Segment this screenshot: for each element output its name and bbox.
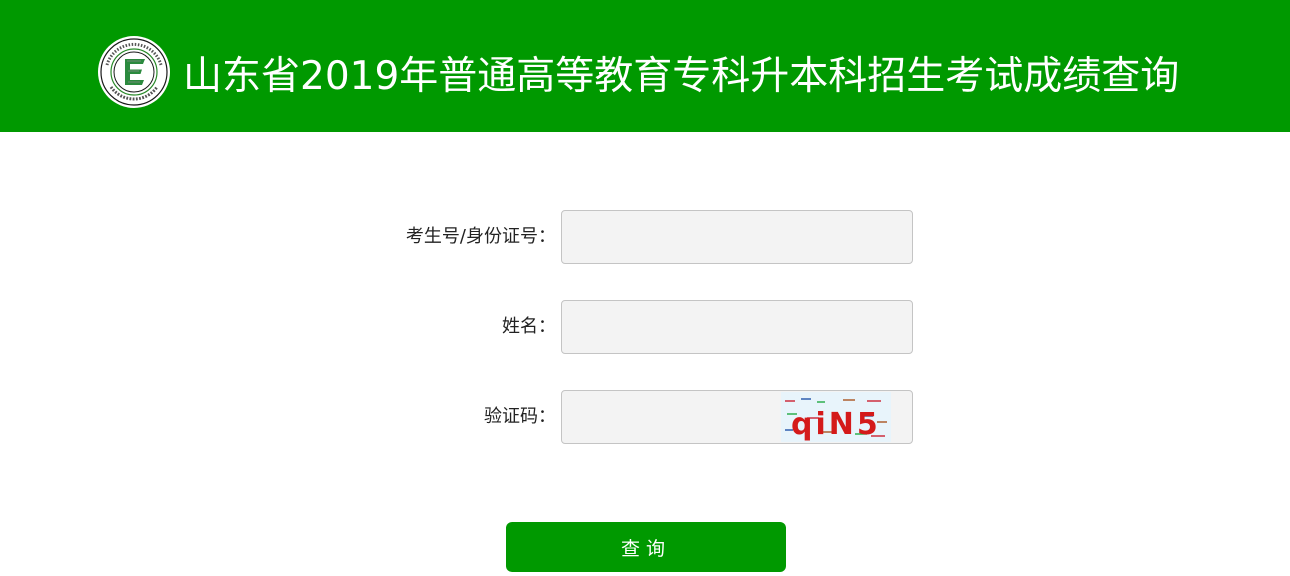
- page-header: 山东省2019年普通高等教育专科升本科招生考试成绩查询: [0, 0, 1290, 132]
- page-title: 山东省2019年普通高等教育专科升本科招生考试成绩查询: [183, 54, 1180, 99]
- captcha-label: 验证码：: [484, 406, 556, 427]
- name-input[interactable]: [561, 300, 913, 354]
- id-number-input[interactable]: [561, 210, 913, 264]
- id-number-label: 考生号/身份证号：: [405, 226, 556, 247]
- education-logo-icon: [98, 36, 170, 108]
- query-button[interactable]: 查询: [506, 522, 786, 572]
- captcha-text: qiN5: [791, 407, 881, 442]
- captcha-image[interactable]: qiN5: [781, 392, 891, 442]
- name-label: 姓名：: [502, 316, 556, 337]
